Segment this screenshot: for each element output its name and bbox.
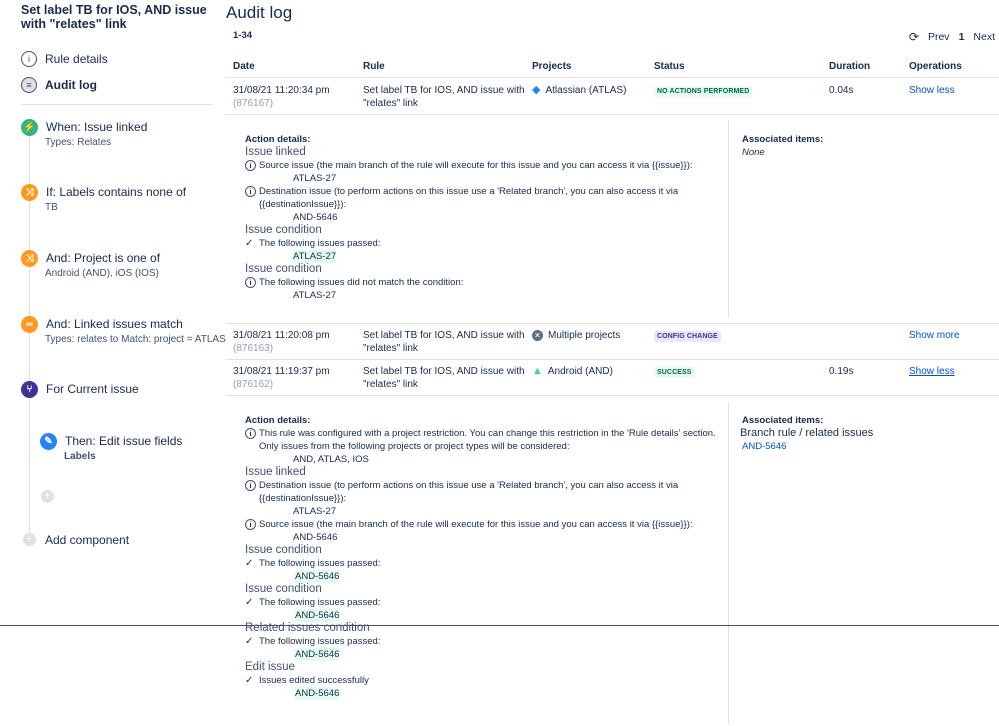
show-more-link[interactable]: Show more [909,329,960,342]
status-badge: SUCCESS [654,367,695,378]
component-title: Then: Edit issue fields [65,434,183,448]
condition-icon: ⤨ [21,250,38,267]
condition-icon: ⤨ [21,184,38,201]
pagination: ⟳ Prev 1 Next [909,30,995,44]
row-rule: Set label TB for IOS, AND issue with "re… [363,330,525,354]
row-date: 31/08/21 11:20:08 pm (876163) [233,330,330,354]
audit-log-icon: ≡ [21,77,37,93]
link-icon: ∞ [21,316,38,333]
info-icon: i [245,519,256,530]
row-project: ▲ Android (AND) [532,365,613,377]
nav-audit-log[interactable]: ≡ Audit log [21,76,97,94]
add-component-button[interactable]: Add component [45,531,129,549]
row-duration: 0.04s [829,85,854,96]
android-logo-icon: ▲ [532,365,543,377]
prev-button[interactable]: Prev [928,31,950,43]
row-divider [226,323,999,324]
col-status[interactable]: Status [654,61,685,72]
row-project: ✕ Multiple projects [532,329,620,342]
associated-items: Associated items: Branch rule / related … [740,415,874,453]
col-rule[interactable]: Rule [363,61,385,72]
info-icon: i [245,160,256,171]
info-icon: i [245,277,256,288]
row-project: ◆ Atlassian (ATLAS) [532,84,627,96]
rule-title: Set label TB for IOS, AND issue with "re… [21,3,207,31]
details-divider [728,402,729,724]
header-divider [226,77,999,78]
result-range: 1-34 [233,30,253,41]
add-branch-component-icon[interactable]: + [41,490,54,503]
component-subtitle: Types: relates to Match: project = ATLAS [45,334,226,345]
check-icon: ✓ [245,636,254,647]
nav-rule-details[interactable]: i Rule details [21,50,108,68]
audit-log-panel: Audit log 1-34 ⟳ Prev 1 Next Date Rule P… [226,0,999,726]
col-duration[interactable]: Duration [829,61,870,72]
row-date: 31/08/21 11:19:37 pm (876162) [233,366,330,390]
trigger-icon: ⚡ [21,119,38,136]
row-divider [226,114,999,115]
action-details: Action details: i This rule was configure… [245,415,716,700]
rule-sidebar: Set label TB for IOS, AND issue with "re… [0,0,226,726]
info-icon: i [245,428,256,439]
edit-icon: ✎ [40,433,57,450]
check-icon: ✓ [245,675,254,686]
check-icon: ✓ [245,597,254,608]
info-icon: i [245,186,256,197]
col-operations[interactable]: Operations [909,61,962,72]
page-divider [0,625,999,626]
page-title: Audit log [226,3,293,22]
row-rule: Set label TB for IOS, AND issue with "re… [363,85,525,109]
multiple-projects-icon: ✕ [532,330,543,341]
details-divider [728,120,729,318]
status-badge: NO ACTIONS PERFORMED [654,86,753,97]
check-icon: ✓ [245,238,254,249]
check-icon: ✓ [245,558,254,569]
add-component-icon[interactable]: + [23,533,36,546]
sidebar-divider [21,104,213,105]
component-subtitle: Labels [64,451,96,462]
info-icon: i [21,51,37,67]
row-divider [226,395,999,396]
component-title: For Current issue [46,382,139,396]
status-badge: CONFIG CHANGE [654,331,721,342]
show-less-link[interactable]: Show less [909,84,955,97]
component-title: If: Labels contains none of [46,185,187,199]
component-subtitle: Types: Relates [45,137,112,148]
component-title: And: Linked issues match [46,317,183,331]
action-details: Action details: Issue linked i Source iss… [245,134,693,301]
refresh-icon[interactable]: ⟳ [909,30,919,44]
component-title: And: Project is one of [46,251,161,265]
row-date: 31/08/21 11:20:34 pm (876167) [233,85,330,109]
associated-items: Associated items: None [742,134,824,158]
component-title: When: Issue linked [46,120,148,134]
nav-label: Rule details [45,52,108,66]
row-divider [226,359,999,360]
row-rule: Set label TB for IOS, AND issue with "re… [363,366,525,390]
show-less-link[interactable]: Show less [909,365,955,378]
info-icon: i [245,480,256,491]
branch-icon: ⑂ [21,381,38,398]
nav-label: Audit log [45,78,97,92]
col-projects[interactable]: Projects [532,61,571,72]
atlassian-logo-icon: ◆ [532,84,541,96]
col-date[interactable]: Date [233,61,255,72]
associated-issue-link[interactable]: AND-5646 [740,440,873,453]
row-duration: 0.19s [829,366,854,377]
next-button[interactable]: Next [973,31,995,43]
current-page[interactable]: 1 [959,31,965,43]
component-subtitle: Android (AND), iOS (IOS) [45,268,159,279]
component-subtitle: TB [45,202,58,213]
